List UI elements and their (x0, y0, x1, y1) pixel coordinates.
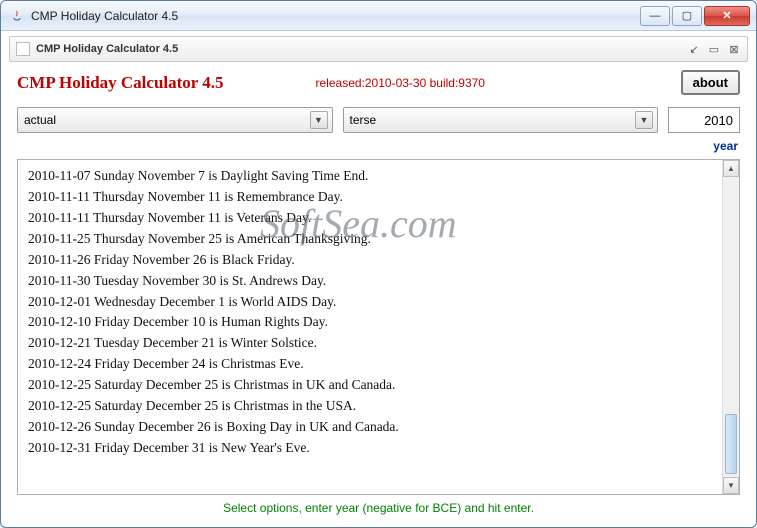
header-row: CMP Holiday Calculator 4.5 released:2010… (17, 70, 740, 95)
format-selected: terse (350, 113, 377, 127)
result-line: 2010-11-26 Friday November 26 is Black F… (28, 250, 712, 271)
chevron-down-icon: ▼ (635, 111, 653, 129)
titlebar[interactable]: CMP Holiday Calculator 4.5 — ▢ ✕ (1, 1, 756, 31)
result-line: 2010-12-21 Tuesday December 21 is Winter… (28, 333, 712, 354)
result-line: 2010-12-01 Wednesday December 1 is World… (28, 292, 712, 313)
iconify-icon[interactable]: ↙ (687, 42, 701, 56)
internal-frame-title: CMP Holiday Calculator 4.5 (36, 43, 178, 55)
controls-row: actual ▼ terse ▼ (17, 107, 740, 133)
result-line: 2010-12-26 Sunday December 26 is Boxing … (28, 417, 712, 438)
close-button[interactable]: ✕ (704, 6, 750, 26)
hint-text: Select options, enter year (negative for… (17, 495, 740, 523)
minimize-button[interactable]: — (640, 6, 670, 26)
result-line: 2010-11-11 Thursday November 11 is Remem… (28, 187, 712, 208)
maximize-icon[interactable]: ▭ (707, 42, 721, 56)
year-input[interactable] (668, 107, 740, 133)
result-line: 2010-12-31 Friday December 31 is New Yea… (28, 438, 712, 459)
internal-frame-titlebar[interactable]: CMP Holiday Calculator 4.5 ↙ ▭ ⊠ (9, 36, 748, 62)
mode-selected: actual (24, 113, 56, 127)
document-icon (16, 42, 30, 56)
result-line: 2010-11-30 Tuesday November 30 is St. An… (28, 271, 712, 292)
maximize-button[interactable]: ▢ (672, 6, 702, 26)
java-icon (9, 8, 25, 24)
result-line: 2010-12-24 Friday December 24 is Christm… (28, 354, 712, 375)
scroll-down-icon[interactable]: ▼ (723, 477, 739, 494)
result-line: 2010-11-25 Thursday November 25 is Ameri… (28, 229, 712, 250)
result-line: 2010-12-25 Saturday December 25 is Chris… (28, 375, 712, 396)
chevron-down-icon: ▼ (310, 111, 328, 129)
scroll-thumb[interactable] (725, 414, 737, 474)
result-line: 2010-11-11 Thursday November 11 is Veter… (28, 208, 712, 229)
results-panel: 2010-11-07 Sunday November 7 is Daylight… (17, 159, 740, 495)
scroll-up-icon[interactable]: ▲ (723, 160, 739, 177)
window: CMP Holiday Calculator 4.5 — ▢ ✕ CMP Hol… (0, 0, 757, 528)
about-button[interactable]: about (681, 70, 740, 95)
results-text[interactable]: 2010-11-07 Sunday November 7 is Daylight… (18, 160, 722, 494)
format-combobox[interactable]: terse ▼ (343, 107, 659, 133)
result-line: 2010-11-07 Sunday November 7 is Daylight… (28, 166, 712, 187)
close-icon[interactable]: ⊠ (727, 42, 741, 56)
year-label: year (713, 139, 738, 153)
release-text: released:2010-03-30 build:9370 (316, 76, 485, 90)
result-line: 2010-12-10 Friday December 10 is Human R… (28, 312, 712, 333)
content-area: CMP Holiday Calculator 4.5 released:2010… (17, 70, 740, 523)
scrollbar[interactable]: ▲ ▼ (722, 160, 739, 494)
window-buttons: — ▢ ✕ (640, 6, 750, 26)
mode-combobox[interactable]: actual ▼ (17, 107, 333, 133)
app-title: CMP Holiday Calculator 4.5 (17, 73, 224, 93)
result-line: 2010-12-25 Saturday December 25 is Chris… (28, 396, 712, 417)
window-title: CMP Holiday Calculator 4.5 (31, 9, 178, 23)
